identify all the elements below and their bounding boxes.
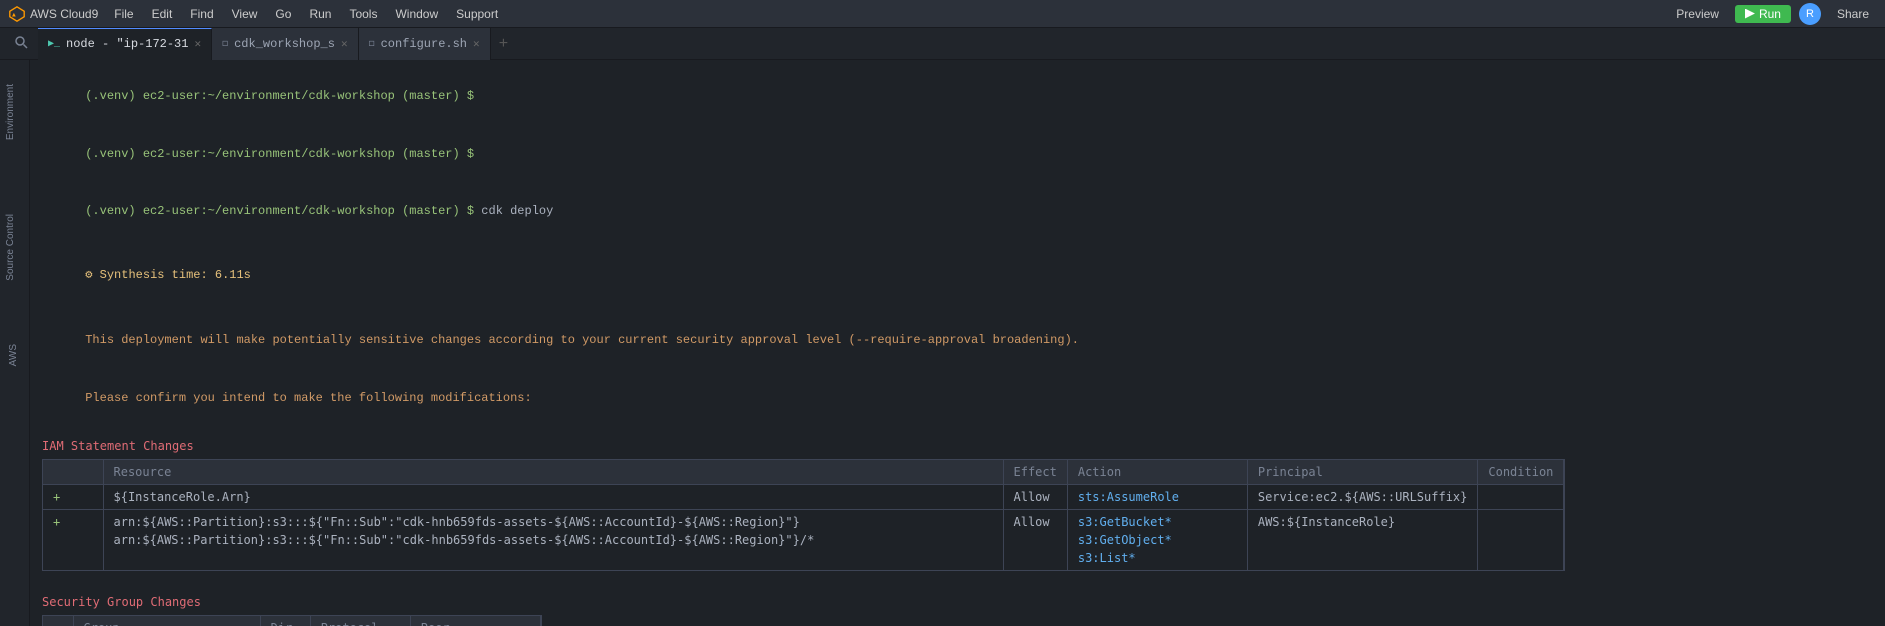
sidebar-label-environment[interactable]: Environment bbox=[5, 80, 16, 144]
menu-view[interactable]: View bbox=[224, 5, 266, 23]
terminal-line-1: (.venv) ec2-user:~/environment/cdk-works… bbox=[42, 68, 1873, 126]
tab-configure-close[interactable]: ✕ bbox=[473, 37, 480, 51]
menu-go[interactable]: Go bbox=[267, 5, 299, 23]
iam-row2-resource: arn:${AWS::Partition}:s3:::${"Fn::Sub":"… bbox=[103, 510, 1003, 571]
menu-run[interactable]: Run bbox=[301, 5, 339, 23]
menu-file[interactable]: File bbox=[106, 5, 141, 23]
terminal-line-2: (.venv) ec2-user:~/environment/cdk-works… bbox=[42, 126, 1873, 184]
iam-col-resource-label: Resource bbox=[103, 460, 1003, 485]
iam-row1-effect: Allow bbox=[1003, 485, 1067, 510]
iam-row-2: + arn:${AWS::Partition}:s3:::${"Fn::Sub"… bbox=[43, 510, 1564, 571]
menu-tools[interactable]: Tools bbox=[341, 5, 385, 23]
share-button[interactable]: Share bbox=[1829, 5, 1877, 23]
iam-row2-principal: AWS:${InstanceRole} bbox=[1247, 510, 1478, 571]
tab-terminal[interactable]: ▶_ node - "ip-172-31 ✕ bbox=[38, 28, 212, 60]
sg-col-peer: Peer bbox=[410, 616, 540, 626]
warning-text-2: Please confirm you intend to make the fo… bbox=[85, 391, 531, 405]
tab-terminal-close[interactable]: ✕ bbox=[194, 37, 201, 51]
menu-find[interactable]: Find bbox=[182, 5, 221, 23]
iam-row2-action-line3: s3:List* bbox=[1078, 549, 1237, 567]
synthesis-text: Synthesis time: 6.11s bbox=[100, 268, 251, 282]
iam-row1-resource: ${InstanceRole.Arn} bbox=[103, 485, 1003, 510]
sg-col-group: Group bbox=[73, 616, 260, 626]
iam-row1-action: sts:AssumeRole bbox=[1067, 485, 1247, 510]
play-icon bbox=[1745, 9, 1755, 19]
tab-cdk-workshop-close[interactable]: ✕ bbox=[341, 37, 348, 51]
sidebar-label-aws[interactable]: AWS bbox=[8, 340, 19, 370]
menu-bar-right: Preview Run R Share bbox=[1668, 3, 1877, 25]
iam-row-1: + ${InstanceRole.Arn} Allow sts:AssumeRo… bbox=[43, 485, 1564, 510]
iam-col-action: Action bbox=[1067, 460, 1247, 485]
iam-row2-action-line2: s3:GetObject* bbox=[1078, 531, 1237, 549]
iam-col-resource bbox=[43, 460, 103, 485]
iam-col-effect: Effect bbox=[1003, 460, 1067, 485]
terminal-panel[interactable]: (.venv) ec2-user:~/environment/cdk-works… bbox=[30, 60, 1885, 626]
sg-col-dir: Dir bbox=[260, 616, 310, 626]
left-sidebar: Environment Source Control AWS bbox=[0, 60, 30, 626]
prompt-2: (.venv) ec2-user:~/environment/cdk-works… bbox=[85, 147, 474, 161]
menu-bar: ▲ AWS Cloud9 File Edit Find View Go Run … bbox=[0, 0, 1885, 28]
command-cdk-deploy: cdk deploy bbox=[474, 204, 553, 218]
svg-text:▲: ▲ bbox=[11, 11, 17, 18]
iam-col-condition: Condition bbox=[1478, 460, 1564, 485]
synthesis-icon: ⚙ bbox=[85, 268, 99, 282]
sg-table-container: Group Dir Protocol Peer + ${webserver-sg… bbox=[42, 615, 542, 626]
app-name: AWS Cloud9 bbox=[30, 7, 98, 21]
preview-button[interactable]: Preview bbox=[1668, 5, 1727, 23]
add-tab-button[interactable]: + bbox=[491, 35, 517, 53]
iam-row2-resource-line1: arn:${AWS::Partition}:s3:::${"Fn::Sub":"… bbox=[114, 513, 993, 531]
sg-col-empty bbox=[43, 616, 73, 626]
file-icon-1: ◻ bbox=[222, 38, 228, 50]
user-avatar[interactable]: R bbox=[1799, 3, 1821, 25]
sg-table: Group Dir Protocol Peer + ${webserver-sg… bbox=[43, 616, 541, 626]
prompt-1: (.venv) ec2-user:~/environment/cdk-works… bbox=[85, 89, 474, 103]
iam-row1-condition bbox=[1478, 485, 1564, 510]
menu-edit[interactable]: Edit bbox=[144, 5, 181, 23]
tab-bar: ▶_ node - "ip-172-31 ✕ ◻ cdk_workshop_s … bbox=[0, 28, 1885, 60]
tab-search-icon[interactable] bbox=[4, 35, 38, 53]
tab-configure[interactable]: ◻ configure.sh ✕ bbox=[359, 28, 491, 60]
file-icon-2: ◻ bbox=[369, 38, 375, 50]
warning-line-1: This deployment will make potentially se… bbox=[42, 312, 1873, 370]
iam-row1-plus: + bbox=[43, 485, 103, 510]
sidebar-label-source-control[interactable]: Source Control bbox=[5, 210, 16, 285]
sg-section-title: Security Group Changes bbox=[42, 593, 1873, 611]
iam-table-container: Resource Effect Action Principal Conditi… bbox=[42, 459, 1565, 571]
synthesis-line: ⚙ Synthesis time: 6.11s bbox=[42, 247, 1873, 305]
iam-row2-plus: + bbox=[43, 510, 103, 571]
warning-text-1: This deployment will make potentially se… bbox=[85, 333, 1079, 347]
iam-row2-action: s3:GetBucket* s3:GetObject* s3:List* bbox=[1067, 510, 1247, 571]
iam-row2-resource-line2: arn:${AWS::Partition}:s3:::${"Fn::Sub":"… bbox=[114, 531, 993, 549]
iam-row2-action-line1: s3:GetBucket* bbox=[1078, 513, 1237, 531]
prompt-3: (.venv) ec2-user:~/environment/cdk-works… bbox=[85, 204, 474, 218]
iam-row2-effect: Allow bbox=[1003, 510, 1067, 571]
tab-cdk-workshop[interactable]: ◻ cdk_workshop_s ✕ bbox=[212, 28, 358, 60]
iam-row1-principal: Service:ec2.${AWS::URLSuffix} bbox=[1247, 485, 1478, 510]
main-layout: Environment Source Control AWS (.venv) e… bbox=[0, 60, 1885, 626]
iam-col-principal: Principal bbox=[1247, 460, 1478, 485]
aws-logo-icon: ▲ bbox=[8, 5, 26, 23]
iam-section-title: IAM Statement Changes bbox=[42, 437, 1873, 455]
tab-configure-label: configure.sh bbox=[381, 37, 467, 51]
menu-support[interactable]: Support bbox=[448, 5, 506, 23]
run-button[interactable]: Run bbox=[1735, 5, 1791, 23]
tab-terminal-label: node - "ip-172-31 bbox=[66, 37, 188, 51]
warning-line-2: Please confirm you intend to make the fo… bbox=[42, 370, 1873, 428]
terminal-icon: ▶_ bbox=[48, 38, 60, 50]
terminal-line-3: (.venv) ec2-user:~/environment/cdk-works… bbox=[42, 183, 1873, 241]
iam-table: Resource Effect Action Principal Conditi… bbox=[43, 460, 1564, 570]
menu-window[interactable]: Window bbox=[387, 5, 446, 23]
iam-row2-condition bbox=[1478, 510, 1564, 571]
tab-cdk-workshop-label: cdk_workshop_s bbox=[234, 37, 335, 51]
sg-col-protocol: Protocol bbox=[310, 616, 410, 626]
app-logo: ▲ AWS Cloud9 bbox=[8, 5, 98, 23]
